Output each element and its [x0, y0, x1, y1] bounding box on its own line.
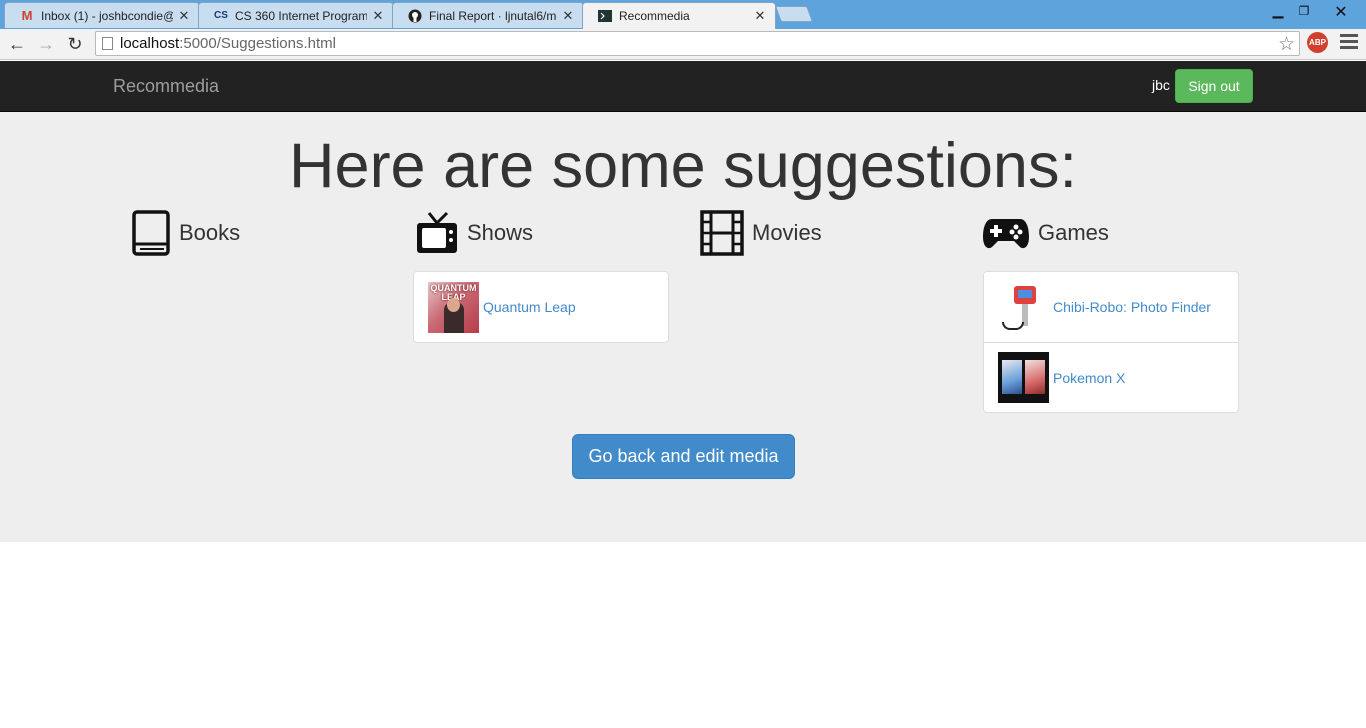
column-header: Shows: [415, 210, 671, 256]
shows-list: QUANTUM LEAP Quantum Leap: [413, 271, 669, 343]
list-item[interactable]: Pokemon X: [984, 342, 1238, 412]
tab-github[interactable]: Final Report · ljnutal6/mec ✕: [392, 2, 584, 28]
column-title: Books: [179, 220, 241, 245]
column-books: Books: [131, 210, 387, 256]
back-icon[interactable]: ←: [6, 33, 28, 55]
games-list: Chibi-Robo: Photo Finder Pokemon X: [983, 271, 1239, 413]
tab-title: Inbox (1) - joshbcondie@g: [41, 8, 173, 23]
close-icon[interactable]: ✕: [177, 8, 191, 24]
sign-out-button[interactable]: Sign out: [1175, 69, 1253, 103]
adblock-icon[interactable]: ABP: [1307, 32, 1328, 53]
tab-gmail[interactable]: M Inbox (1) - joshbcondie@g ✕: [4, 2, 200, 28]
new-tab-button[interactable]: [775, 6, 813, 22]
tab-title: Final Report · ljnutal6/mec: [429, 8, 557, 23]
quantum-leap-thumbnail: QUANTUM LEAP: [428, 281, 479, 333]
gmail-icon: M: [21, 8, 33, 23]
forward-icon[interactable]: →: [35, 33, 57, 55]
column-movies: Movies: [700, 210, 956, 256]
address-path: :5000/Suggestions.html: [179, 35, 336, 52]
close-icon[interactable]: ✕: [371, 8, 385, 24]
github-icon: [407, 9, 423, 23]
book-icon: [132, 210, 170, 256]
restore-icon[interactable]: ❐: [1292, 4, 1316, 18]
username: jbc: [1152, 77, 1170, 93]
browser-tabstrip: M Inbox (1) - joshbcondie@g ✕ CS CS 360 …: [0, 0, 1366, 29]
browser-toolbar: ← → ↻ localhost:5000/Suggestions.html ☆ …: [0, 29, 1366, 60]
film-icon: [700, 210, 744, 256]
reload-icon[interactable]: ↻: [64, 33, 86, 55]
tab-title: Recommedia: [619, 9, 690, 23]
column-shows: Shows: [415, 210, 671, 256]
terminal-icon: [597, 9, 613, 23]
main-content: Here are some suggestions: Books Shows Q…: [0, 112, 1366, 542]
tab-recommedia[interactable]: Recommedia ✕: [582, 2, 776, 29]
column-header: Movies: [700, 210, 956, 256]
app-navbar: Recommedia jbc Sign out: [0, 61, 1366, 112]
tv-icon: [417, 211, 457, 253]
gamepad-icon: [983, 219, 1029, 249]
column-games: Games: [982, 210, 1238, 256]
bookmark-star-icon[interactable]: ☆: [1278, 33, 1295, 56]
brand-link[interactable]: Recommedia: [113, 76, 219, 97]
page-icon: [102, 37, 113, 50]
column-title: Games: [1038, 220, 1109, 245]
address-host: localhost: [120, 35, 180, 52]
minimize-icon[interactable]: ▁: [1266, 2, 1290, 19]
address-bar[interactable]: localhost:5000/Suggestions.html ☆: [95, 31, 1300, 56]
column-title: Shows: [467, 220, 534, 245]
media-link[interactable]: Pokemon X: [1053, 370, 1125, 386]
column-title: Movies: [752, 220, 822, 245]
pokemon-x-thumbnail: [998, 352, 1049, 403]
tab-cs360[interactable]: CS CS 360 Internet Programmi ✕: [198, 2, 394, 28]
page-title: Here are some suggestions:: [289, 131, 1077, 201]
menu-icon[interactable]: [1340, 34, 1358, 52]
list-item[interactable]: QUANTUM LEAP Quantum Leap: [414, 272, 668, 342]
column-header: Books: [131, 210, 387, 256]
media-link[interactable]: Chibi-Robo: Photo Finder: [1053, 299, 1211, 315]
tab-title: CS 360 Internet Programmi: [235, 8, 367, 23]
close-icon[interactable]: ✕: [561, 8, 575, 24]
go-back-button[interactable]: Go back and edit media: [572, 434, 795, 479]
column-header: Games: [982, 210, 1238, 256]
cs-icon: CS: [214, 10, 228, 21]
close-window-icon[interactable]: ✕: [1326, 2, 1356, 22]
chibi-robo-thumbnail: [998, 281, 1049, 333]
media-link[interactable]: Quantum Leap: [483, 299, 576, 315]
close-icon[interactable]: ✕: [753, 8, 767, 24]
list-item[interactable]: Chibi-Robo: Photo Finder: [984, 272, 1238, 342]
